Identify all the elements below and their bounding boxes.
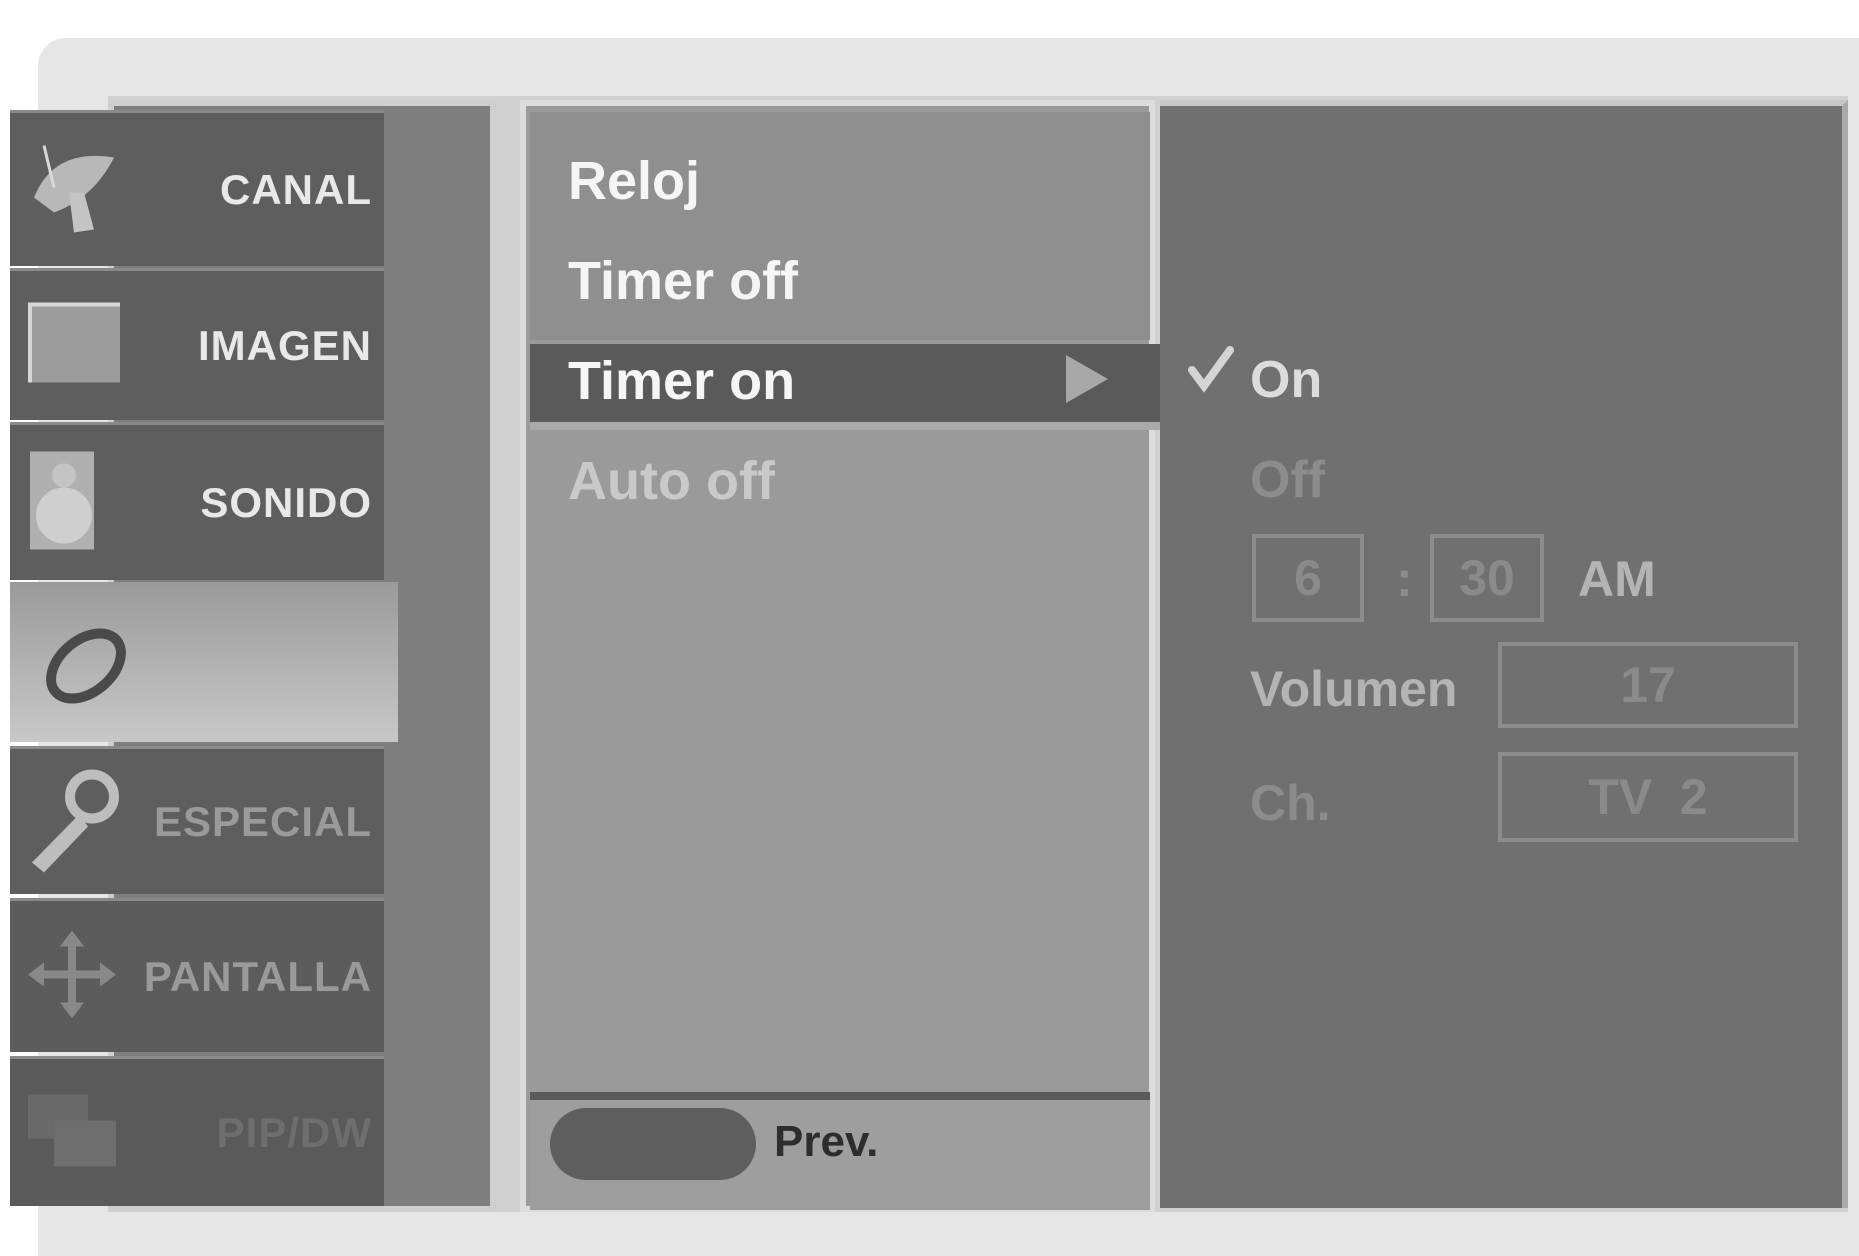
volume-field[interactable]: 17	[1498, 642, 1798, 728]
menu-item-timer-on[interactable]: Timer on	[568, 350, 795, 412]
menu-item-auto-off[interactable]: Auto off	[568, 450, 775, 512]
sidebar-item-sonido[interactable]: SONIDO	[10, 422, 384, 580]
clock-ring-icon	[36, 616, 136, 721]
sidebar-item-label: ESPECIAL	[153, 797, 372, 845]
sidebar-item-label: CANAL	[220, 165, 372, 213]
minute-field[interactable]: 30	[1430, 534, 1544, 622]
picture-icon	[24, 298, 124, 393]
sidebar-item-label: SONIDO	[200, 478, 372, 526]
key-icon	[24, 764, 124, 879]
sidebar-item-pipdw[interactable]: PIP/DW	[10, 1056, 384, 1206]
right-arrow-icon	[1066, 355, 1108, 403]
sidebar-item-label: IMAGEN	[198, 321, 372, 369]
prev-label: Prev.	[774, 1117, 879, 1166]
move-arrows-icon	[24, 926, 120, 1027]
menu-item-timer-off[interactable]: Timer off	[568, 250, 798, 312]
hour-field[interactable]: 6	[1252, 534, 1364, 622]
ampm-label[interactable]: AM	[1578, 550, 1656, 608]
time-separator: :	[1396, 551, 1413, 607]
checkmark-icon	[1188, 344, 1234, 399]
channel-label: Ch.	[1250, 775, 1331, 831]
sidebar-item-hora[interactable]	[10, 582, 398, 742]
sidebar-item-label: PIP/DW	[216, 1108, 372, 1156]
channel-field[interactable]: TV 2	[1498, 752, 1798, 842]
satellite-dish-icon	[24, 137, 124, 242]
sidebar-item-canal[interactable]: CANAL	[10, 110, 384, 266]
sidebar-item-pantalla[interactable]: PANTALLA	[10, 898, 384, 1052]
sidebar-item-especial[interactable]: ESPECIAL	[10, 746, 384, 894]
option-on[interactable]: On	[1250, 350, 1322, 410]
menu-item-reloj[interactable]: Reloj	[568, 150, 700, 212]
volume-label: Volumen	[1250, 661, 1458, 717]
sidebar-item-label: PANTALLA	[143, 952, 372, 1000]
speaker-icon	[24, 445, 114, 560]
pip-icon	[24, 1090, 120, 1175]
option-off[interactable]: Off	[1250, 450, 1325, 510]
sidebar-item-imagen[interactable]: IMAGEN	[10, 268, 384, 420]
prev-button-icon[interactable]	[550, 1108, 756, 1180]
